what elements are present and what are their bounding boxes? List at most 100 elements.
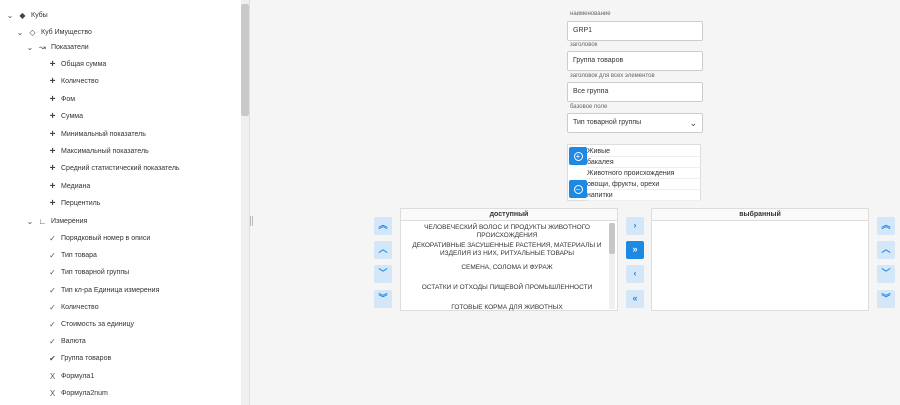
chevron-up-icon: ︿ <box>881 244 891 254</box>
tree-item-dimension[interactable]: X Формула1 <box>48 371 94 383</box>
move-all-right-button[interactable]: » <box>626 241 644 259</box>
chevron-down-icon[interactable]: ⌄ <box>6 10 14 22</box>
all-elements-field[interactable]: Все группа <box>567 82 703 102</box>
tree-item-indicator[interactable]: + Средний статистический показатель <box>48 163 180 175</box>
selected-move-top-button[interactable]: ︽ <box>877 217 895 235</box>
double-chevron-up-icon: ︽ <box>881 220 891 230</box>
tree-node-indicators[interactable]: ⌄ ↝ Показатели <box>26 42 89 54</box>
tree-item-label: Формула2num <box>61 389 108 397</box>
remove-value-button[interactable]: − <box>569 180 587 198</box>
tree-node-label: Кубы <box>31 12 48 19</box>
move-all-left-button[interactable]: « <box>626 290 644 308</box>
tree-item-dimension[interactable]: X Формула2num <box>48 388 108 400</box>
chevron-up-icon: ︿ <box>378 244 388 254</box>
available-list-item[interactable]: ДЕКОРАТИВНЫЕ ЗАСУШЕННЫЕ РАСТЕНИЯ, МАТЕРИ… <box>403 242 611 258</box>
tree-node-dimensions[interactable]: ⌄ ∟ Измерения <box>26 216 88 228</box>
tree-item-indicator[interactable]: + Минимальный показатель <box>48 129 146 141</box>
tree-item-dimension[interactable]: ✓ Стоимость за единицу <box>48 319 134 331</box>
available-list-title: доступный <box>401 209 617 221</box>
tree-item-indicator[interactable]: + Количество <box>48 76 99 88</box>
base-field-select[interactable]: Тип товарной группы ⌄ <box>567 113 703 133</box>
plus-icon: + <box>49 146 56 157</box>
header-field[interactable]: Группа товаров <box>567 51 703 71</box>
double-chevron-down-icon: ︾ <box>881 293 891 303</box>
tree-item-indicator[interactable]: + Перцентиль <box>48 198 101 210</box>
tree-item-dimension[interactable]: ✓ Порядковый номер в описи <box>48 233 150 245</box>
move-up-button[interactable]: ︿ <box>374 241 392 259</box>
tree-item-label: Тип кл-ра Единица измерения <box>61 286 160 294</box>
chevron-right-icon: › <box>633 220 637 230</box>
name-field[interactable]: GRP1 <box>567 21 703 41</box>
check-icon: ✓ <box>49 337 56 347</box>
panel-splitter[interactable] <box>250 216 253 226</box>
tree-item-label: Медиана <box>61 182 91 190</box>
check-icon: ✓ <box>49 302 56 312</box>
double-chevron-down-icon: ︾ <box>378 293 388 303</box>
picker-value-item[interactable]: Животного происхождения <box>587 168 701 179</box>
formula-icon: X <box>49 371 56 381</box>
tree-item-indicator[interactable]: + Максимальный показатель <box>48 146 149 158</box>
tree-node-label: Куб Имущество <box>41 29 92 36</box>
plus-icon: + <box>49 163 56 175</box>
base-field-value: Тип товарной группы <box>573 119 642 126</box>
tree-item-dimension[interactable]: ✓ Количество <box>48 302 99 314</box>
chevron-down-icon[interactable]: ⌄ <box>26 42 34 54</box>
picker-value-item[interactable]: бакалея <box>587 157 701 168</box>
tree-item-label: Стоимость за единицу <box>61 321 135 328</box>
available-list-item[interactable]: ОСТАТКИ И ОТХОДЫ ПИЩЕВОЙ ПРОМЫШЛЕННОСТИ <box>403 284 611 292</box>
tree-item-dimension[interactable]: ✔ Группа товаров <box>48 353 111 365</box>
available-list-scrollbar-thumb[interactable] <box>609 223 615 254</box>
tree-item-label: Количество <box>61 303 99 311</box>
chevron-down-icon: ﹀ <box>881 268 891 278</box>
double-check-icon: ✔ <box>49 354 56 364</box>
tree-item-dimension[interactable]: ✓ Валюта <box>48 336 86 348</box>
selected-list-title: выбранный <box>652 209 868 221</box>
tree-item-label: Перцентиль <box>61 200 101 208</box>
tree-item-label: Фом <box>61 95 76 103</box>
check-icon: ✓ <box>49 234 56 243</box>
cube-icon: ◇ <box>29 28 36 37</box>
tree-scrollbar-thumb[interactable] <box>241 4 249 116</box>
check-icon: ✓ <box>49 285 56 295</box>
add-value-button[interactable]: + <box>569 147 587 165</box>
move-top-button[interactable]: ︽ <box>374 217 392 235</box>
chevron-left-icon: ‹ <box>633 268 637 278</box>
plus-circle-icon: + <box>573 152 583 161</box>
tree-item-label: Тип товарной группы <box>61 269 130 277</box>
available-list-item[interactable]: ЧЕЛОВЕЧЕСКИЙ ВОЛОС И ПРОДУКТЫ ЖИВОТНОГО … <box>403 224 611 240</box>
move-right-button[interactable]: › <box>626 217 644 235</box>
move-down-button[interactable]: ﹀ <box>374 265 392 283</box>
tree-item-dimension[interactable]: ✓ Тип товарной группы <box>48 267 129 279</box>
tree-item-indicator[interactable]: + Общая сумма <box>48 59 107 71</box>
selected-move-up-button[interactable]: ︿ <box>877 241 895 259</box>
available-list-item[interactable]: ГОТОВЫЕ КОРМА ДЛЯ ЖИВОТНЫХ <box>403 304 611 312</box>
selected-move-down-button[interactable]: ﹀ <box>877 265 895 283</box>
name-label: наименование <box>570 11 611 17</box>
tree-item-dimension[interactable]: ✓ Тип кл-ра Единица измерения <box>48 285 159 297</box>
header-label: заголовок <box>570 42 598 48</box>
plus-icon: + <box>49 180 56 192</box>
double-chevron-right-icon: » <box>632 244 638 254</box>
tree-item-indicator[interactable]: + Фом <box>48 94 75 106</box>
tree-item-indicator[interactable]: + Сумма <box>48 111 83 123</box>
minus-circle-icon: − <box>573 185 583 194</box>
double-chevron-left-icon: « <box>632 293 638 303</box>
tree-item-dimension[interactable]: ✓ Тип товара <box>48 250 97 262</box>
plus-icon: + <box>49 111 56 123</box>
tree-node-cube-property[interactable]: ⌄ ◇ Куб Имущество <box>16 27 92 39</box>
picker-value-item[interactable]: Живые <box>587 146 701 157</box>
plus-icon: + <box>49 198 56 210</box>
move-left-button[interactable]: ‹ <box>626 265 644 283</box>
picker-value-item[interactable]: напитки <box>587 190 701 201</box>
move-bottom-button[interactable]: ︾ <box>374 290 392 308</box>
tree-item-label: Порядковый номер в описи <box>61 235 151 242</box>
chevron-down-icon[interactable]: ⌄ <box>26 216 34 228</box>
tree-item-indicator[interactable]: + Медиана <box>48 180 91 193</box>
check-icon: ✓ <box>49 320 56 329</box>
selected-move-bottom-button[interactable]: ︾ <box>877 290 895 308</box>
available-list-item[interactable]: СЕМЕНА, СОЛОМА И ФУРАЖ <box>403 264 611 272</box>
picker-value-item[interactable]: овощи, фрукты, орехи <box>587 179 701 190</box>
tree-node-cubes[interactable]: ⌄ ◆ Кубы <box>6 10 48 22</box>
chevron-down-icon[interactable]: ⌄ <box>16 27 24 39</box>
plus-icon: + <box>49 128 56 140</box>
